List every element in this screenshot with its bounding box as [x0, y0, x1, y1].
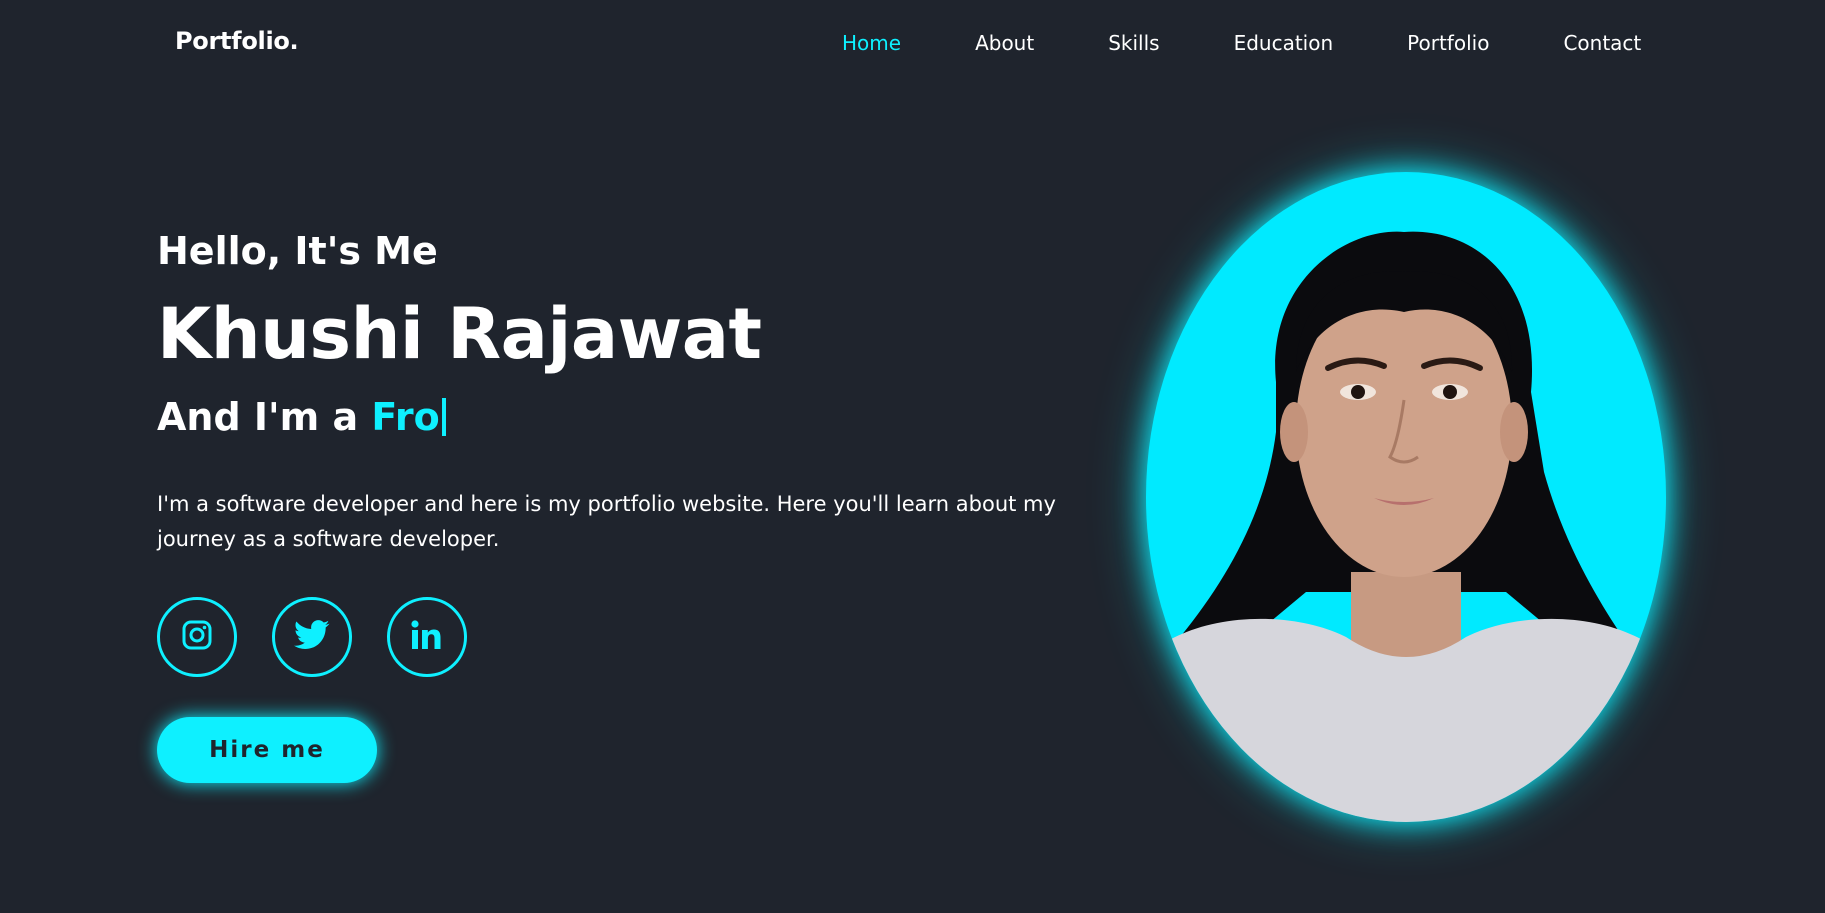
role-typed-text: Fro [371, 395, 440, 439]
nav-skills[interactable]: Skills [1108, 31, 1159, 55]
role-prefix: And I'm a [157, 395, 372, 439]
nav-about[interactable]: About [975, 31, 1034, 55]
twitter-link[interactable] [272, 597, 352, 677]
hero-role: And I'm a Fro [157, 391, 446, 443]
social-links [157, 597, 467, 677]
hero-description: I'm a software developer and here is my … [157, 492, 1056, 551]
typing-cursor [441, 398, 446, 436]
nav-contact[interactable]: Contact [1563, 31, 1641, 55]
profile-photo [1146, 172, 1666, 822]
instagram-icon [181, 619, 213, 655]
nav-education[interactable]: Education [1234, 31, 1334, 55]
logo[interactable]: Portfolio. [175, 27, 299, 55]
twitter-icon [294, 619, 330, 655]
main-nav: Home About Skills Education Portfolio Co… [842, 31, 1641, 55]
linkedin-icon [410, 619, 444, 655]
nav-home[interactable]: Home [842, 31, 901, 55]
hero-name: Khushi Rajawat [157, 293, 762, 375]
instagram-link[interactable] [157, 597, 237, 677]
nav-portfolio[interactable]: Portfolio [1407, 31, 1489, 55]
hero-greeting: Hello, It's Me [157, 229, 438, 273]
linkedin-link[interactable] [387, 597, 467, 677]
hire-me-button[interactable]: Hire me [157, 717, 377, 783]
site-header: Portfolio. Home About Skills Education P… [0, 0, 1825, 90]
